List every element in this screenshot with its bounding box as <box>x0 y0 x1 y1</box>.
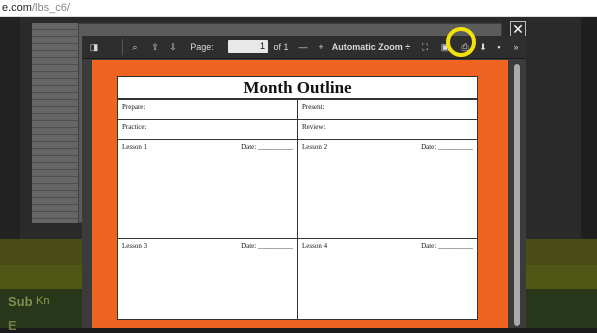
background-other-label: E <box>8 318 17 333</box>
pdf-page: Month Outline Prepare: Present: Practice… <box>92 60 508 328</box>
download-icon[interactable]: ⬇ <box>476 39 490 55</box>
lesson-cell: Lesson 3 Date: __________ <box>118 239 297 319</box>
lesson-label: Lesson 4 <box>302 242 328 250</box>
download-highlight-circle <box>446 27 476 57</box>
background-sub-link: Kn <box>36 295 50 307</box>
background-right-strip <box>581 17 597 239</box>
more-tools-icon[interactable]: » <box>508 39 524 55</box>
zoom-select[interactable]: Automatic Zoom ÷ <box>330 39 412 55</box>
vertical-scrollbar[interactable] <box>514 64 520 326</box>
lesson-cell: Lesson 4 Date: __________ <box>297 239 477 319</box>
lesson-date: Date: __________ <box>241 143 293 151</box>
previous-page-icon[interactable]: ⇧ <box>148 39 162 55</box>
url-host: e.com <box>2 2 32 14</box>
lesson-label: Lesson 2 <box>302 143 328 151</box>
close-icon[interactable]: ✕ <box>510 21 526 37</box>
url-path: /lbs_c6/ <box>31 2 70 14</box>
page-title: Month Outline <box>118 77 477 100</box>
toolbar-separator <box>122 39 123 55</box>
background-sub-label: Sub <box>8 294 33 309</box>
practice-field: Practice: <box>122 123 147 131</box>
page-number-input[interactable]: 1 <box>228 40 268 53</box>
pdf-viewer: ◨ ⌕ ⇧ ⇩ Page: 1 of 1 — + Automatic Zoom … <box>82 36 526 328</box>
background-left-strip <box>0 17 20 247</box>
page-count: of 1 <box>273 42 289 52</box>
zoom-out-icon[interactable]: — <box>296 39 310 55</box>
lesson-date: Date: __________ <box>421 143 473 151</box>
next-page-icon[interactable]: ⇩ <box>166 39 180 55</box>
prepare-field: Prepare: <box>122 103 146 111</box>
lesson-label: Lesson 3 <box>122 242 148 250</box>
scrollbar-thumb[interactable] <box>514 64 520 326</box>
lesson-cell: Lesson 1 Date: __________ <box>118 140 297 238</box>
month-outline-form: Month Outline Prepare: Present: Practice… <box>117 76 478 320</box>
sidebar-toggle-icon[interactable]: ◨ <box>86 39 102 55</box>
lesson-cell: Lesson 2 Date: __________ <box>297 140 477 238</box>
zoom-in-icon[interactable]: + <box>314 39 328 55</box>
review-field: Review: <box>297 120 477 139</box>
page-label: Page: <box>190 42 214 52</box>
search-icon[interactable]: ⌕ <box>128 39 142 55</box>
bookmark-icon[interactable]: ▪ <box>492 39 506 55</box>
lesson-date: Date: __________ <box>241 242 293 250</box>
present-field: Present: <box>297 100 477 119</box>
background-column <box>32 23 78 223</box>
lesson-date: Date: __________ <box>421 242 473 250</box>
address-bar[interactable]: e.com/lbs_c6/ <box>0 0 597 17</box>
lesson-label: Lesson 1 <box>122 143 148 151</box>
fullscreen-icon[interactable]: ⛶ <box>418 39 432 55</box>
